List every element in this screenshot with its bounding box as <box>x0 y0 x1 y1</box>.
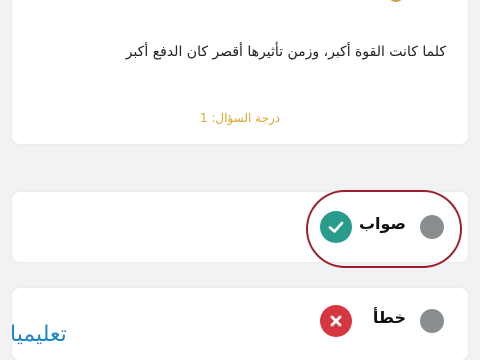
question-card: كلما كانت القوة أكبر، وزمن تأثيرها أقصر … <box>12 0 468 144</box>
option-false-label: خطأ <box>372 308 406 327</box>
watermark: تعليميا <box>10 322 67 347</box>
question-text: كلما كانت القوة أكبر، وزمن تأثيرها أقصر … <box>125 44 446 60</box>
option-false[interactable]: خطأ <box>12 288 468 360</box>
question-icon <box>388 0 404 2</box>
question-score: درجة السؤال: 1 <box>199 111 281 125</box>
highlight-ring <box>306 190 462 268</box>
x-icon <box>320 305 352 337</box>
radio-false[interactable] <box>420 309 444 333</box>
